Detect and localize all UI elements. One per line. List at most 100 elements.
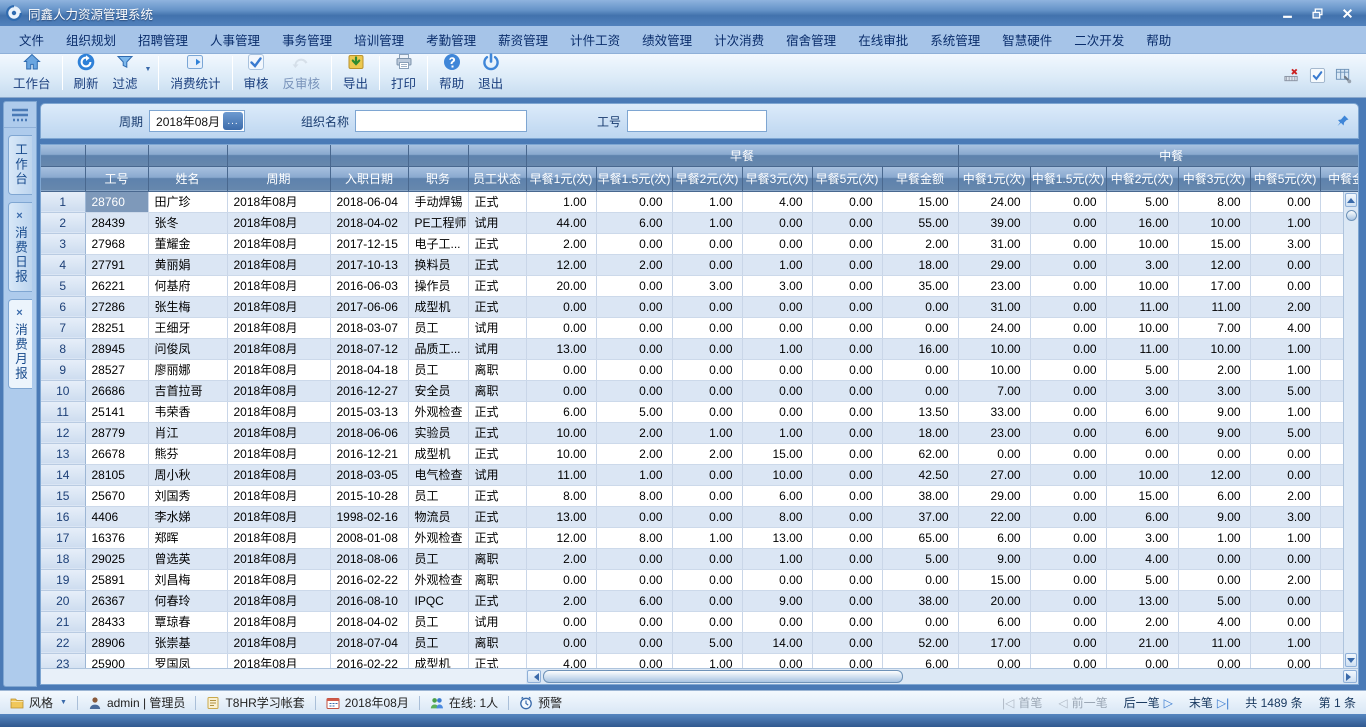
menu-item-16[interactable]: 二次开发	[1063, 26, 1135, 53]
exit-button[interactable]: 退出	[471, 50, 510, 94]
table-row[interactable]: 164406李水娣2018年08月1998-02-16物流员正式13.000.0…	[41, 506, 1359, 527]
table-row[interactable]: 1525670刘国秀2018年08月2015-10-28员工正式8.008.00…	[41, 485, 1359, 506]
table-row[interactable]: 327968董耀金2018年08月2017-12-15电子工...正式2.000…	[41, 233, 1359, 254]
vertical-scroll-thumb[interactable]	[1346, 210, 1357, 221]
table-row[interactable]: 1026686吉首拉哥2018年08月2016-12-27安全员离职0.000.…	[41, 380, 1359, 401]
sidebar-tab-3[interactable]: ×消费月报	[8, 299, 32, 389]
table-row[interactable]: 728251王细牙2018年08月2018-03-07员工试用0.000.000…	[41, 317, 1359, 338]
status-online[interactable]: 在线: 1人	[430, 694, 498, 711]
table-row[interactable]: 1428105周小秋2018年08月2018-03-05电气检查试用11.001…	[41, 464, 1359, 485]
column-header-3[interactable]: 周期	[227, 166, 330, 191]
workbench-button[interactable]: 工作台	[6, 50, 58, 94]
org-name-input[interactable]	[355, 110, 527, 132]
table-row[interactable]: 526221何基府2018年08月2016-06-03操作员正式20.000.0…	[41, 275, 1359, 296]
menu-item-14[interactable]: 系统管理	[919, 26, 991, 53]
column-header-5[interactable]: 职务	[408, 166, 468, 191]
table-row[interactable]: 2128433覃琼春2018年08月2018-04-02员工试用0.000.00…	[41, 611, 1359, 632]
menu-item-9[interactable]: 计件工资	[559, 26, 631, 53]
menu-item-3[interactable]: 招聘管理	[127, 26, 199, 53]
menu-item-7[interactable]: 考勤管理	[415, 26, 487, 53]
table-row[interactable]: 427791黄丽娟2018年08月2017-10-13换料员正式12.002.0…	[41, 254, 1359, 275]
column-header-15[interactable]: 中餐2元(次)	[1106, 166, 1178, 191]
table-row[interactable]: 228439张冬2018年08月2018-04-02PE工程师试用44.006.…	[41, 212, 1359, 233]
table-row[interactable]: 828945问俊凤2018年08月2018-07-12品质工...试用13.00…	[41, 338, 1359, 359]
period-field[interactable]: 2018年08月 ...	[149, 110, 245, 132]
menu-item-11[interactable]: 计次消费	[703, 26, 775, 53]
table-row[interactable]: 1829025曾选英2018年08月2018-08-06员工离职2.000.00…	[41, 548, 1359, 569]
menu-item-10[interactable]: 绩效管理	[631, 26, 703, 53]
delete-row-icon[interactable]	[1283, 67, 1300, 84]
restore-button[interactable]	[1304, 4, 1330, 22]
tab-close-icon[interactable]: ×	[16, 210, 24, 222]
approve-button[interactable]: 审核	[237, 50, 276, 94]
table-row[interactable]: 1925891刘昌梅2018年08月2016-02-22外观检查离职0.000.…	[41, 569, 1359, 590]
status-style[interactable]: 风格▼	[10, 694, 67, 711]
horizontal-scroll-thumb[interactable]	[543, 670, 903, 683]
sidebar-tab-2[interactable]: ×消费日报	[8, 202, 32, 292]
column-header-17[interactable]: 中餐5元(次)	[1250, 166, 1320, 191]
help-button[interactable]: 帮助	[432, 50, 471, 94]
period-picker-button[interactable]: ...	[223, 112, 243, 130]
table-row[interactable]: 2228906张崇基2018年08月2018-07-04员工离职0.000.00…	[41, 632, 1359, 653]
filter-dropdown-arrow-icon[interactable]: ▼	[145, 66, 155, 83]
table-row[interactable]: 1228779肖江2018年08月2018-06-06实验员正式10.002.0…	[41, 422, 1359, 443]
sidebar-tab-1[interactable]: 工作台	[8, 135, 32, 195]
refresh-button[interactable]: 刷新	[67, 50, 106, 94]
approve-check-icon[interactable]	[1309, 67, 1326, 84]
column-header-6[interactable]: 员工状态	[468, 166, 526, 191]
menu-item-1[interactable]: 文件	[8, 26, 55, 53]
column-header-16[interactable]: 中餐3元(次)	[1178, 166, 1250, 191]
filter-button[interactable]: 过滤	[106, 50, 145, 94]
grid-settings-icon[interactable]	[1335, 67, 1352, 84]
table-row[interactable]: 1125141韦荣香2018年08月2015-03-13外观检查正式6.005.…	[41, 401, 1359, 422]
menu-item-5[interactable]: 事务管理	[271, 26, 343, 53]
vertical-scrollbar[interactable]	[1343, 192, 1358, 668]
minimize-button[interactable]	[1274, 4, 1300, 22]
menu-item-13[interactable]: 在线审批	[847, 26, 919, 53]
scroll-left-button[interactable]	[527, 670, 541, 683]
table-row[interactable]: 627286张生梅2018年08月2017-06-06成型机正式0.000.00…	[41, 296, 1359, 317]
table-row[interactable]: 128760田广珍2018年08月2018-06-04手动焊锡正式1.000.0…	[41, 191, 1359, 212]
last-record-button[interactable]: 末笔▷|	[1189, 694, 1229, 711]
column-header-10[interactable]: 早餐3元(次)	[742, 166, 812, 191]
status-account[interactable]: T8HR学习帐套	[206, 694, 304, 711]
column-header-1[interactable]: 工号	[85, 166, 148, 191]
column-header-9[interactable]: 早餐2元(次)	[672, 166, 742, 191]
menu-item-2[interactable]: 组织规划	[55, 26, 127, 53]
column-header-14[interactable]: 中餐1.5元(次)	[1030, 166, 1106, 191]
menu-item-12[interactable]: 宿舍管理	[775, 26, 847, 53]
column-header-8[interactable]: 早餐1.5元(次)	[596, 166, 672, 191]
table-row[interactable]: 1326678熊芬2018年08月2016-12-21成型机正式10.002.0…	[41, 443, 1359, 464]
table-row[interactable]: 928527廖丽娜2018年08月2018-04-18员工离职0.000.000…	[41, 359, 1359, 380]
scroll-right-button[interactable]	[1343, 670, 1357, 683]
print-button[interactable]: 打印	[384, 50, 423, 94]
tab-close-icon[interactable]: ×	[16, 307, 24, 319]
column-header-18[interactable]: 中餐金额	[1320, 166, 1359, 191]
status-user[interactable]: admin | 管理员	[88, 694, 185, 711]
menu-item-6[interactable]: 培训管理	[343, 26, 415, 53]
column-header-7[interactable]: 早餐1元(次)	[526, 166, 596, 191]
horizontal-scrollbar[interactable]	[526, 668, 1358, 684]
column-header-11[interactable]: 早餐5元(次)	[812, 166, 882, 191]
menu-item-15[interactable]: 智慧硬件	[991, 26, 1063, 53]
sidebar-menu-button[interactable]	[4, 102, 36, 128]
close-button[interactable]	[1334, 4, 1360, 22]
column-header-2[interactable]: 姓名	[148, 166, 227, 191]
consume-stats-button[interactable]: 消费统计	[163, 50, 227, 94]
menu-item-8[interactable]: 薪资管理	[487, 26, 559, 53]
status-alert[interactable]: 预警	[519, 694, 562, 711]
next-record-button[interactable]: 后一笔▷	[1124, 694, 1173, 711]
pin-icon[interactable]	[1336, 114, 1350, 128]
column-header-12[interactable]: 早餐金额	[882, 166, 958, 191]
column-header-13[interactable]: 中餐1元(次)	[958, 166, 1030, 191]
table-row[interactable]: 1716376郑晖2018年08月2008-01-08外观检查正式12.008.…	[41, 527, 1359, 548]
column-header-4[interactable]: 入职日期	[330, 166, 408, 191]
menu-item-4[interactable]: 人事管理	[199, 26, 271, 53]
emp-no-input[interactable]	[627, 110, 767, 132]
table-row[interactable]: 2026367何春玲2018年08月2016-08-10IPQC正式2.006.…	[41, 590, 1359, 611]
scroll-down-button[interactable]	[1345, 653, 1357, 667]
export-button[interactable]: 导出	[336, 50, 375, 94]
scroll-up-button[interactable]	[1345, 193, 1357, 207]
status-period[interactable]: 2018年08月	[326, 694, 409, 711]
menu-item-17[interactable]: 帮助	[1135, 26, 1182, 53]
